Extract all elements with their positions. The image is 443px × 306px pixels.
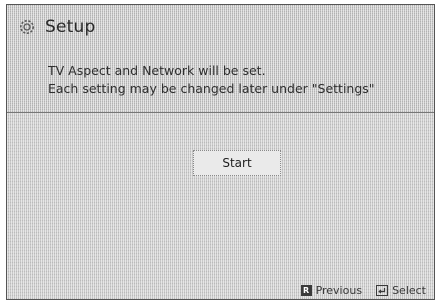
gear-icon <box>19 19 35 35</box>
select-hint[interactable]: Select <box>376 284 426 297</box>
enter-icon <box>376 285 389 296</box>
previous-label: Previous <box>315 284 363 297</box>
setup-header-panel: Setup TV Aspect and Network will be set.… <box>7 5 434 113</box>
setup-screen: Setup TV Aspect and Network will be set.… <box>6 4 435 300</box>
start-button[interactable]: Start <box>193 150 281 176</box>
title-row: Setup <box>19 17 95 37</box>
message-line-1: TV Aspect and Network will be set. <box>48 63 266 78</box>
page-title: Setup <box>45 17 96 37</box>
return-key-icon: R <box>300 285 312 296</box>
setup-message: TV Aspect and Network will be set. Each … <box>48 62 375 98</box>
footer-hints: R Previous Select <box>300 284 426 297</box>
select-label: Select <box>392 284 426 297</box>
message-line-2: Each setting may be changed later under … <box>48 81 375 96</box>
previous-hint[interactable]: R Previous <box>300 284 363 297</box>
